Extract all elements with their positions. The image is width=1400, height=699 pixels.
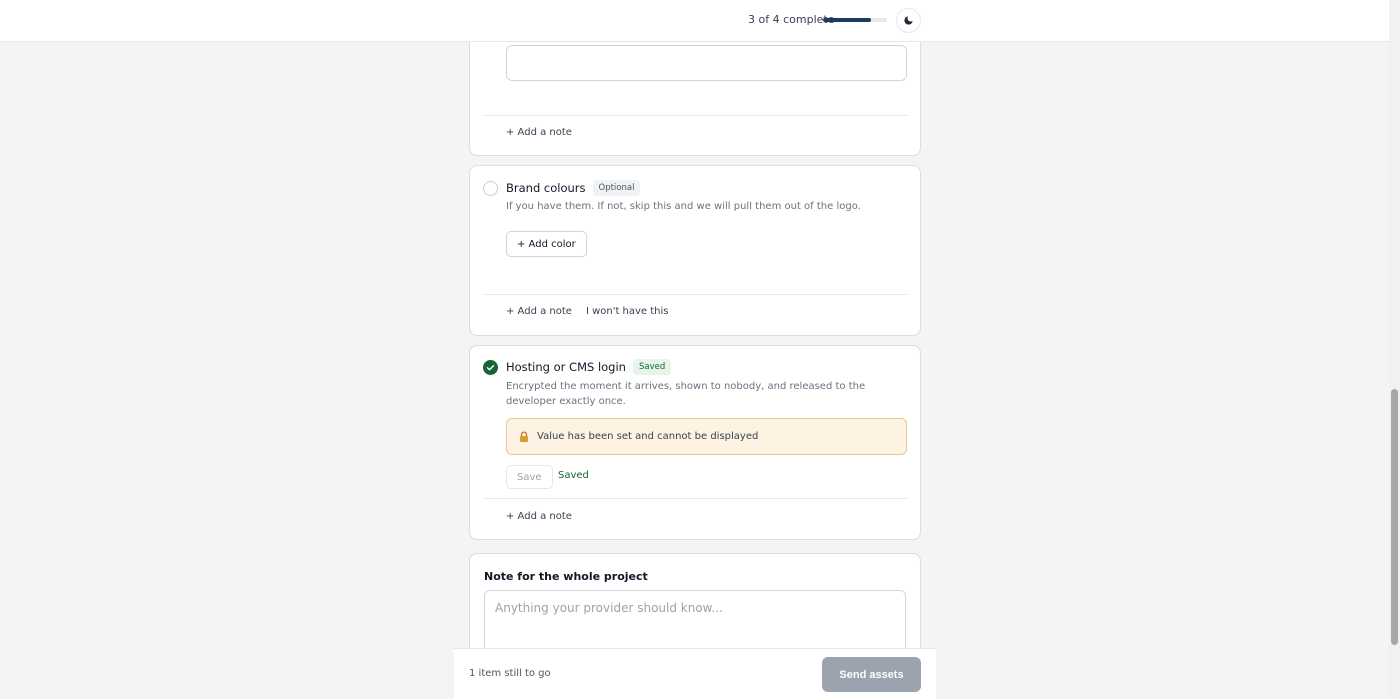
card-title-row: Brand colours Optional <box>506 180 641 196</box>
wont-have-this-link[interactable]: I won't have this <box>586 306 669 317</box>
save-button[interactable]: Save <box>506 465 553 489</box>
complete-status-icon <box>483 360 498 375</box>
lock-icon <box>518 430 530 443</box>
card-title: Brand colours <box>506 181 586 195</box>
page: 3 of 4 complete + Add a note Brand colou… <box>0 0 1400 699</box>
remaining-items-text: 1 item still to go <box>469 668 551 679</box>
asset-input-field[interactable] <box>506 45 907 81</box>
page-scrollbar[interactable] <box>1389 0 1400 699</box>
add-note-link[interactable]: + Add a note <box>506 306 572 317</box>
card-title: Hosting or CMS login <box>506 360 626 374</box>
scrollbar-thumb[interactable] <box>1391 389 1398 645</box>
add-color-button[interactable]: + Add color <box>506 231 587 257</box>
checkmark-icon <box>486 364 495 371</box>
add-note-link[interactable]: + Add a note <box>506 127 572 138</box>
divider <box>483 498 908 499</box>
top-bar: 3 of 4 complete <box>0 0 1389 42</box>
card-actions: + Add a note <box>506 511 572 522</box>
secret-value-notice: Value has been set and cannot be display… <box>506 418 907 455</box>
card-description: If you have them. If not, skip this and … <box>506 201 861 212</box>
theme-toggle-button[interactable] <box>896 8 921 33</box>
card-title-row: Hosting or CMS login Saved <box>506 359 672 375</box>
saved-status: Saved <box>558 470 589 481</box>
progress-bar-fill <box>823 18 871 22</box>
divider <box>483 115 908 116</box>
asset-card-brand-colours: Brand colours Optional If you have them.… <box>469 165 921 336</box>
optional-badge: Optional <box>592 180 641 196</box>
moon-icon <box>904 16 913 25</box>
divider <box>483 294 908 295</box>
card-actions: + Add a note I won't have this <box>506 306 669 317</box>
asset-card-hosting-login: Hosting or CMS login Saved Encrypted the… <box>469 345 921 540</box>
incomplete-status-icon <box>483 181 498 196</box>
saved-badge: Saved <box>632 359 672 375</box>
project-note-label: Note for the whole project <box>484 570 648 583</box>
submit-bar: 1 item still to go Send assets <box>454 648 936 699</box>
secret-message: Value has been set and cannot be display… <box>537 431 759 442</box>
card-actions: + Add a note <box>506 127 572 138</box>
progress-bar <box>823 18 887 22</box>
progress-text: 3 of 4 complete <box>748 13 835 26</box>
send-assets-button[interactable]: Send assets <box>822 657 921 692</box>
add-note-link[interactable]: + Add a note <box>506 511 572 522</box>
card-description: Encrypted the moment it arrives, shown t… <box>506 381 866 407</box>
